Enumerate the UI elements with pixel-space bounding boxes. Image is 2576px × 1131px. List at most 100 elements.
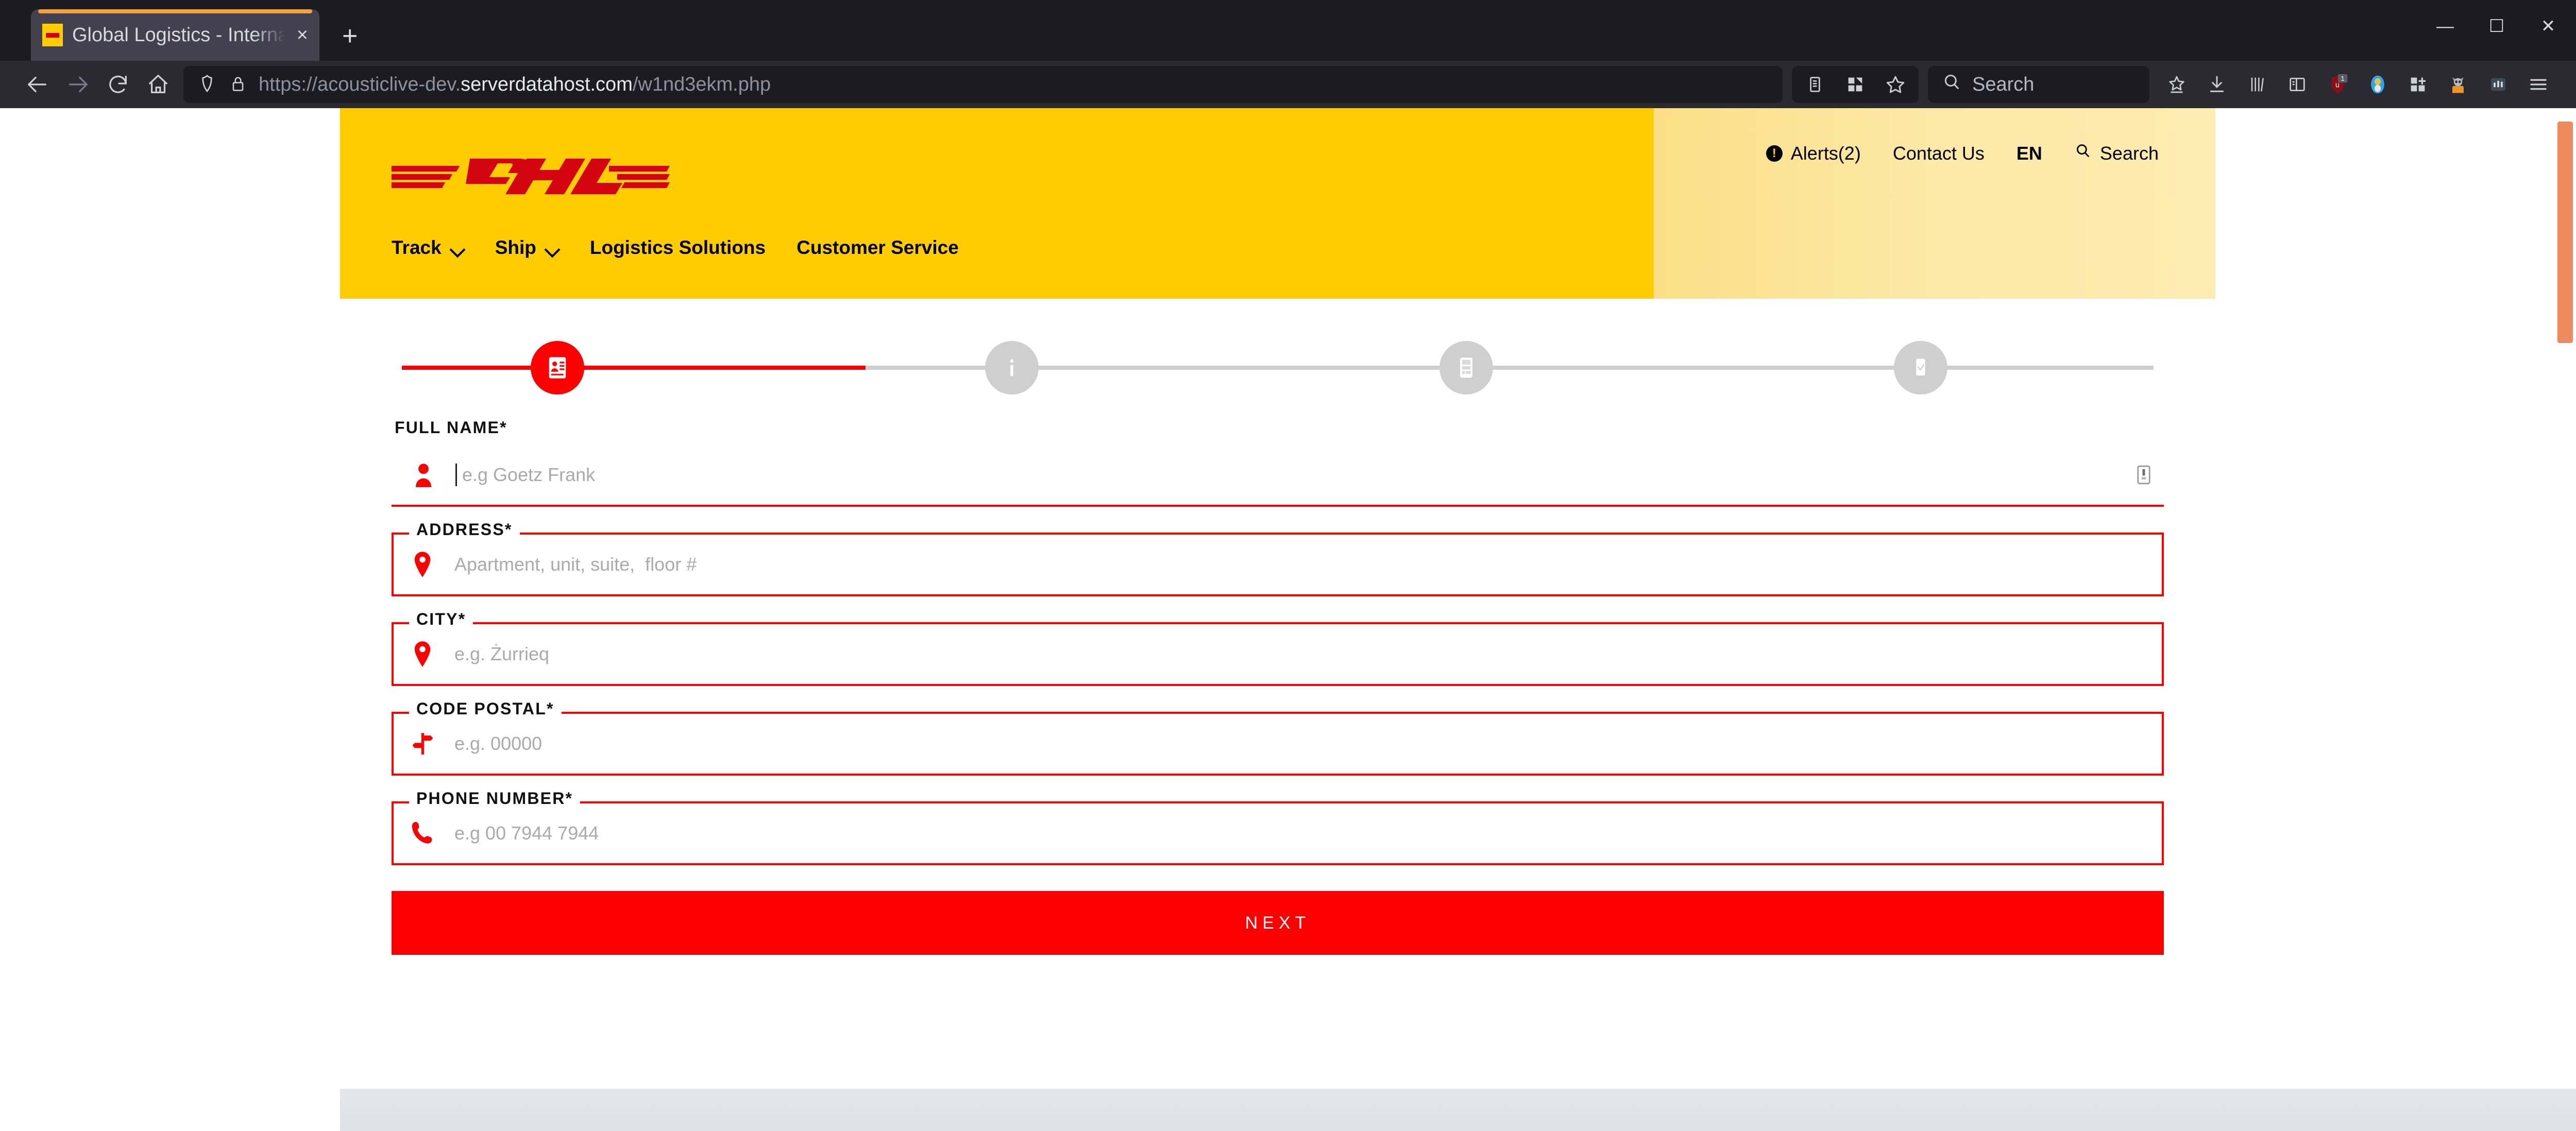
credit-card-icon (1453, 354, 1480, 381)
home-icon[interactable] (138, 64, 178, 105)
step-3-payment[interactable] (1439, 341, 1493, 395)
label-phone-number: PHONE NUMBER* (409, 790, 580, 807)
back-arrow-icon[interactable] (18, 64, 58, 105)
input-wrapper-city[interactable] (392, 622, 2164, 686)
minimize-icon[interactable]: — (2435, 18, 2455, 35)
ublock-origin-icon[interactable]: u1 (2317, 64, 2358, 105)
library-icon[interactable] (2237, 64, 2277, 105)
header-search-link[interactable]: Search (2074, 142, 2159, 164)
page-action-group (1792, 66, 1919, 103)
map-pin-icon (408, 640, 437, 669)
equalizer-icon[interactable] (2478, 64, 2518, 105)
map-pin-icon (408, 550, 437, 579)
field-city: CITY* (392, 622, 2164, 686)
phone-icon (408, 820, 437, 846)
forward-arrow-icon[interactable] (58, 64, 98, 105)
browser-toolbar: https://acousticlive-dev.serverdatahost.… (0, 61, 2576, 108)
label-city: CITY* (409, 611, 473, 627)
page-scrollbar[interactable] (2558, 108, 2576, 1131)
extensions-grid-icon[interactable] (1835, 64, 1875, 105)
tab-strip: Global Logistics - Internat × + — ☐ ✕ (0, 0, 2576, 61)
check-badge-icon (1907, 354, 1934, 381)
site-main-nav: Track Ship Logistics Solutions Customer … (392, 237, 990, 259)
info-icon (998, 354, 1025, 381)
language-label: EN (2016, 143, 2042, 164)
step-4-confirmation[interactable] (1894, 341, 1947, 395)
svg-text:1: 1 (2341, 75, 2345, 82)
full-name-input[interactable] (462, 464, 2117, 486)
id-card-icon (544, 354, 571, 381)
hamburger-menu-icon[interactable] (2518, 64, 2558, 105)
alerts-link[interactable]: ! Alerts(2) (1766, 143, 1861, 164)
search-icon (1941, 72, 1962, 97)
checkout-stepper (392, 337, 2164, 399)
nav-label-track: Track (392, 237, 442, 259)
page-viewport: ! Alerts(2) Contact Us EN Search (0, 108, 2576, 1131)
nav-item-logistics-solutions[interactable]: Logistics Solutions (590, 237, 766, 259)
field-code-postal: CODE POSTAL* (392, 712, 2164, 776)
browser-tab[interactable]: Global Logistics - Internat × (31, 9, 319, 61)
step-1-personal-info[interactable] (531, 341, 584, 395)
bookmark-star-icon[interactable] (1875, 64, 1916, 105)
dhl-favicon-icon (42, 24, 63, 46)
reload-icon[interactable] (98, 64, 138, 105)
nav-item-track[interactable]: Track (392, 237, 464, 259)
raccoon-extension-icon[interactable] (2438, 64, 2478, 105)
tab-title: Global Logistics - Internat (72, 24, 287, 46)
field-address: ADDRESS* (392, 533, 2164, 596)
browser-search-placeholder: Search (1972, 74, 2034, 96)
close-icon[interactable]: × (297, 25, 308, 45)
input-wrapper-code-postal[interactable] (392, 712, 2164, 776)
phone-number-input[interactable] (454, 822, 2162, 844)
sidebar-icon[interactable] (2277, 64, 2317, 105)
close-window-icon[interactable]: ✕ (2538, 18, 2558, 35)
language-selector[interactable]: EN (2016, 143, 2042, 164)
input-wrapper-address[interactable] (392, 533, 2164, 596)
alerts-label: Alerts(2) (1791, 143, 1861, 164)
city-input[interactable] (454, 643, 2162, 665)
step-2-details[interactable] (985, 341, 1039, 395)
maximize-icon[interactable]: ☐ (2486, 18, 2507, 35)
autofill-icon[interactable] (2135, 463, 2153, 487)
code-postal-input[interactable] (454, 733, 2162, 755)
reader-mode-icon[interactable] (1795, 64, 1835, 105)
privacy-badger-icon[interactable] (2358, 64, 2398, 105)
shield-icon[interactable] (197, 73, 217, 96)
dhl-logo-icon[interactable] (392, 148, 670, 198)
save-bookmark-icon[interactable] (2157, 64, 2197, 105)
browser-search-field[interactable]: Search (1928, 66, 2149, 103)
nav-label-customer-service: Customer Service (796, 237, 959, 259)
padlock-icon[interactable] (229, 73, 247, 96)
address-input[interactable] (454, 554, 2162, 575)
url-bar[interactable]: https://acousticlive-dev.serverdatahost.… (183, 66, 1783, 103)
new-tab-button[interactable]: + (342, 23, 358, 49)
input-wrapper-phone-number[interactable] (392, 801, 2164, 865)
text-cursor (455, 464, 457, 486)
next-button[interactable]: NEXT (392, 891, 2164, 955)
chevron-down-icon (546, 244, 559, 251)
contact-us-link[interactable]: Contact Us (1893, 143, 1985, 164)
nav-item-ship[interactable]: Ship (495, 237, 559, 259)
page-footer-strip (340, 1089, 2576, 1131)
input-wrapper-full-name[interactable] (392, 445, 2164, 507)
chevron-down-icon (451, 244, 464, 251)
site-header: ! Alerts(2) Contact Us EN Search (340, 108, 2215, 299)
form-container: FULL NAME* (340, 337, 2215, 955)
search-label: Search (2100, 143, 2159, 164)
nav-label-logistics-solutions: Logistics Solutions (590, 237, 766, 259)
add-extension-icon[interactable] (2398, 64, 2438, 105)
shipping-form: FULL NAME* (392, 399, 2164, 955)
downloads-icon[interactable] (2197, 64, 2237, 105)
extension-icon-group: u1 (2157, 64, 2558, 105)
window-controls: — ☐ ✕ (2435, 18, 2558, 35)
label-code-postal: CODE POSTAL* (409, 700, 562, 717)
label-full-name: FULL NAME* (392, 419, 2164, 445)
field-phone-number: PHONE NUMBER* (392, 801, 2164, 865)
nav-label-ship: Ship (495, 237, 536, 259)
search-icon (2074, 142, 2092, 164)
signpost-icon (408, 731, 437, 757)
nav-item-customer-service[interactable]: Customer Service (796, 237, 959, 259)
scrollbar-thumb[interactable] (2557, 122, 2573, 343)
header-utility-nav: ! Alerts(2) Contact Us EN Search (1734, 142, 2159, 164)
field-full-name: FULL NAME* (392, 419, 2164, 507)
